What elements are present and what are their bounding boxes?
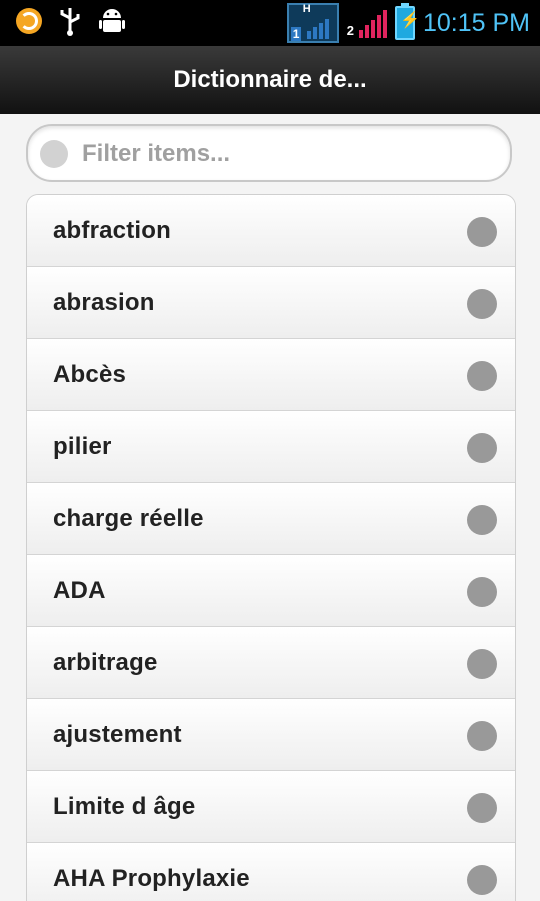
arrow-circle-icon [467,361,497,391]
list-item[interactable]: arbitrage [27,627,515,699]
app-notification-icon [16,8,42,34]
clock: 10:15 PM [422,8,530,37]
list-item[interactable]: ADA [27,555,515,627]
list-item-label: abrasion [53,289,155,316]
arrow-circle-icon [467,217,497,247]
network-signal-icon: H 1 [286,3,339,43]
list-item-label: abfraction [53,217,172,244]
title-bar: Dictionnaire de... [0,46,540,114]
list-item-label: AHA Prophylaxie [53,865,250,892]
arrow-circle-icon [467,433,497,463]
arrow-circle-icon [467,865,497,895]
status-bar: H 1 2 ⚡ 10:15 PM [0,0,540,46]
arrow-circle-icon [467,577,497,607]
list-item-label: ajustement [53,721,182,748]
usb-icon [60,8,80,36]
filter-input[interactable] [80,134,504,174]
list-item[interactable]: Abcès [27,339,515,411]
list-item[interactable]: charge réelle [27,483,515,555]
search-icon [40,140,68,168]
list-item-label: arbitrage [53,649,158,676]
list-item[interactable]: abfraction [27,195,515,267]
items-list: abfraction abrasion Abcès pilier charge … [26,194,516,901]
arrow-circle-icon [467,721,497,751]
list-item-label: Limite d âge [53,793,196,820]
arrow-circle-icon [467,793,497,823]
list-item-label: ADA [53,577,106,604]
sim2-label: 2 [346,23,354,38]
signal-strength-icon: 2 [347,8,387,38]
sim1-label: 1 [290,27,302,41]
arrow-circle-icon [467,505,497,535]
list-item-label: charge réelle [53,505,204,532]
android-debug-icon [99,9,125,32]
list-item-label: Abcès [53,361,127,388]
list-item-label: pilier [53,433,112,460]
list-item[interactable]: Limite d âge [27,771,515,843]
arrow-circle-icon [467,289,497,319]
list-item[interactable]: abrasion [27,267,515,339]
network-type-label: H [302,3,311,15]
filter-box[interactable] [26,124,512,182]
battery-charging-icon: ⚡ [394,3,420,40]
arrow-circle-icon [467,649,497,679]
list-item[interactable]: ajustement [27,699,515,771]
list-item[interactable]: AHA Prophylaxie [27,843,515,901]
page-title: Dictionnaire de... [173,66,367,93]
list-item[interactable]: pilier [27,411,515,483]
